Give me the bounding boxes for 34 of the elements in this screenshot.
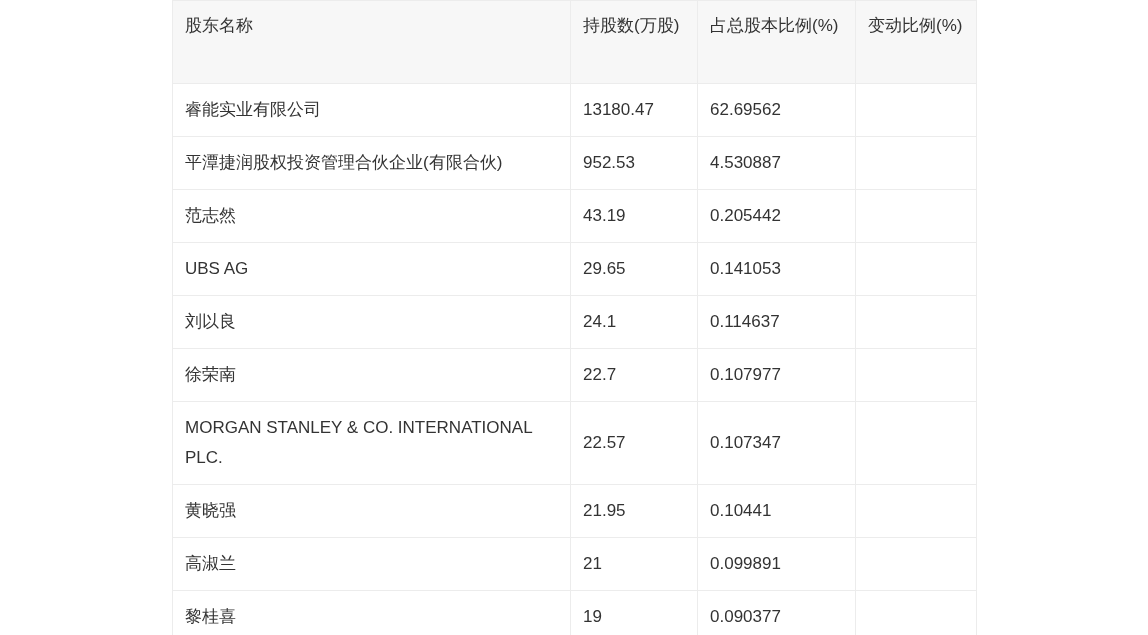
table-cell: 高淑兰	[172, 537, 571, 591]
table-cell: 黄晓强	[172, 484, 571, 538]
table-cell: 43.19	[570, 189, 698, 243]
table-cell: 21.95	[570, 484, 698, 538]
table-cell: 平潭捷润股权投资管理合伙企业(有限合伙)	[172, 136, 571, 190]
column-header: 占总股本比例(%)	[697, 0, 856, 84]
table-cell: 范志然	[172, 189, 571, 243]
table-cell: 4.530887	[697, 136, 856, 190]
table-cell: 刘以良	[172, 295, 571, 349]
table-cell: 21	[570, 537, 698, 591]
table-cell: 22.57	[570, 401, 698, 485]
table-cell: 黎桂喜	[172, 590, 571, 635]
column-header: 变动比例(%)	[855, 0, 977, 84]
table-cell: 62.69562	[697, 83, 856, 137]
table-cell: 0.099891	[697, 537, 856, 591]
table-cell: 24.1	[570, 295, 698, 349]
table-cell: 徐荣南	[172, 348, 571, 402]
table-cell: 19	[570, 590, 698, 635]
column-header: 持股数(万股)	[570, 0, 698, 84]
table-cell: 0.107347	[697, 401, 856, 485]
table-cell: 0.090377	[697, 590, 856, 635]
table-cell: 29.65	[570, 242, 698, 296]
table-cell: 0.107977	[697, 348, 856, 402]
table-cell: 0.205442	[697, 189, 856, 243]
table-cell: 睿能实业有限公司	[172, 83, 571, 137]
table-cell: 0.10441	[697, 484, 856, 538]
table-cell: 952.53	[570, 136, 698, 190]
table-cell: MORGAN STANLEY & CO. INTERNATIONAL PLC.	[172, 401, 571, 485]
table-cell: 13180.47	[570, 83, 698, 137]
table-cell: 0.114637	[697, 295, 856, 349]
column-header: 股东名称	[172, 0, 571, 84]
table-cell: 22.7	[570, 348, 698, 402]
table-cell: 0.141053	[697, 242, 856, 296]
table-cell: UBS AG	[172, 242, 571, 296]
